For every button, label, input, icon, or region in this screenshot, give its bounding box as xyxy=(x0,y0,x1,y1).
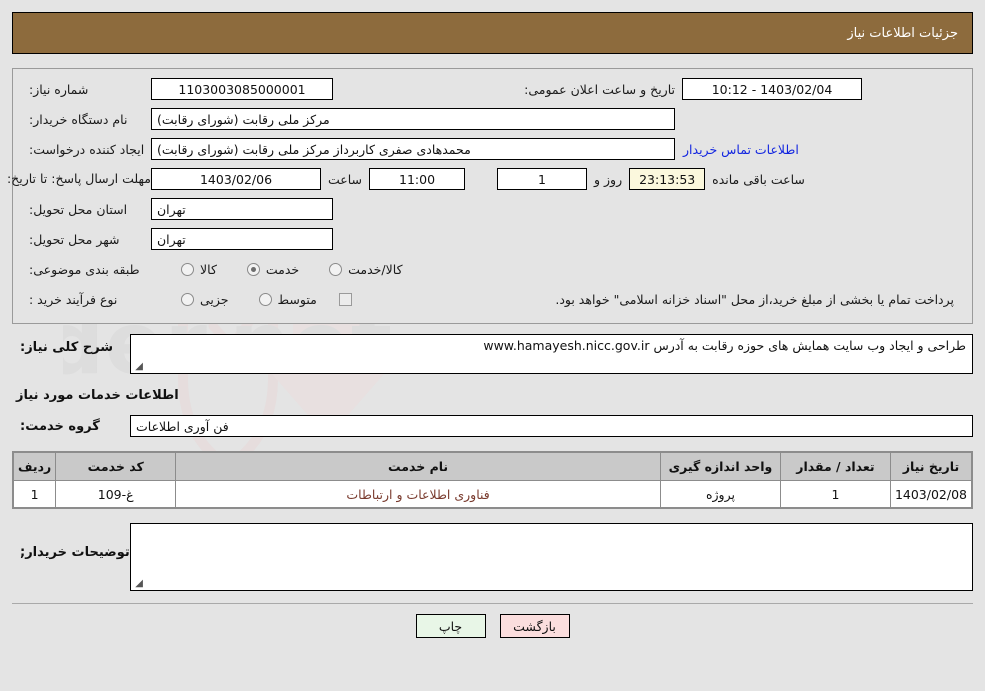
cell-need-date: 1403/02/08 xyxy=(889,480,973,508)
table-header-row: تاریخ نیاز تعداد / مقدار واحد اندازه گیر… xyxy=(12,452,973,481)
page-root: AriaTender.net جزئیات اطلاعات نیاز 1403/… xyxy=(0,12,985,691)
radio-category-goods-services[interactable]: کالا/خدمت xyxy=(329,261,403,277)
radio-category-service-label: خدمت xyxy=(265,261,300,277)
services-table: تاریخ نیاز تعداد / مقدار واحد اندازه گیر… xyxy=(12,452,973,508)
radio-category-goods[interactable]: کالا xyxy=(181,262,217,277)
description-value: طراحی و ایجاد وب سایت همایش های حوزه رقا… xyxy=(483,338,966,353)
col-need-date: تاریخ نیاز xyxy=(889,452,973,481)
service-group-row: فن آوری اطلاعات گروه خدمت: xyxy=(12,415,973,437)
cell-service-code: غ-109 xyxy=(55,480,177,508)
buyer-notes-section: ◢ توضیحات خریدار; xyxy=(12,523,973,591)
row-category: کالا/خدمت خدمت کالا طبقه بندی موضوعی: xyxy=(23,257,962,281)
radio-category-goods-services-label: کالا/خدمت xyxy=(348,261,403,277)
days-label: روز و xyxy=(594,171,623,187)
services-section-title-text: اطلاعات خدمات مورد نیاز xyxy=(16,388,179,403)
resize-grip-icon[interactable]: ◢ xyxy=(133,579,143,589)
deadline-label: مهلت ارسال پاسخ: تا تاریخ: xyxy=(6,171,151,186)
service-group-value: فن آوری اطلاعات xyxy=(130,415,973,437)
radio-category-goods-label: کالا xyxy=(200,261,217,277)
cell-service-name: فناوری اطلاعات و ارتباطات xyxy=(175,480,661,508)
services-table-wrap: تاریخ نیاز تعداد / مقدار واحد اندازه گیر… xyxy=(12,451,973,509)
days-value: 1 xyxy=(497,168,588,190)
row-province: تهران استان محل تحویل: xyxy=(23,197,962,221)
cell-index: 1 xyxy=(12,480,57,508)
province-label: استان محل تحویل: xyxy=(29,201,128,217)
col-index: ردیف xyxy=(12,452,57,481)
row-buyer-org: مرکز ملی رقابت (شورای رقابت) نام دستگاه … xyxy=(23,107,962,131)
services-section-title: اطلاعات خدمات مورد نیاز xyxy=(12,388,973,403)
buyer-org-label: نام دستگاه خریدار: xyxy=(29,111,128,127)
description-label: شرح کلی نیاز: xyxy=(20,340,114,355)
footer-divider xyxy=(12,603,973,604)
footer-actions: بازگشت چاپ xyxy=(0,614,985,638)
need-number-label: شماره نیاز: xyxy=(29,81,89,97)
radio-process-minor-label: جزیی xyxy=(200,291,229,307)
row-deadline: ساعت باقی مانده 23:13:53 روز و 1 11:00 س… xyxy=(6,167,962,191)
radio-process-medium-label: متوسط xyxy=(277,291,317,307)
buyer-notes-label: توضیحات خریدار; xyxy=(20,545,130,560)
row-requester: اطلاعات تماس خریدار محمدهادی صفری کاربرد… xyxy=(23,137,962,161)
header-bar: جزئیات اطلاعات نیاز xyxy=(12,12,973,54)
resize-grip-icon[interactable]: ◢ xyxy=(133,362,143,372)
countdown-label: ساعت باقی مانده xyxy=(712,171,805,187)
city-value: تهران xyxy=(151,228,333,250)
radio-circle-icon xyxy=(329,262,343,276)
col-quantity: تعداد / مقدار xyxy=(779,452,891,481)
radio-circle-icon xyxy=(258,292,272,306)
print-button[interactable]: چاپ xyxy=(415,614,486,638)
col-unit: واحد اندازه گیری xyxy=(659,452,781,481)
cell-quantity: 1 xyxy=(779,480,891,508)
treasury-checkbox[interactable] xyxy=(338,292,352,306)
buyer-org-value: مرکز ملی رقابت (شورای رقابت) xyxy=(151,108,675,130)
announce-datetime-value: 1403/02/04 - 10:12 xyxy=(682,78,862,100)
requester-label: ایجاد کننده درخواست: xyxy=(29,141,145,157)
row-process-type: پرداخت تمام یا بخشی از مبلغ خرید،از محل … xyxy=(23,287,962,311)
city-label: شهر محل تحویل: xyxy=(29,231,120,247)
deadline-date-value: 1403/02/06 xyxy=(151,168,321,190)
deadline-time-value: 11:00 xyxy=(369,168,466,190)
radio-category-service[interactable]: خدمت xyxy=(246,261,300,277)
col-service-name: نام خدمت xyxy=(175,452,661,481)
requester-value: محمدهادی صفری کاربرداز مرکز ملی رقابت (ش… xyxy=(151,138,675,160)
radio-process-medium[interactable]: متوسط xyxy=(258,291,317,307)
col-service-code: کد خدمت xyxy=(55,452,177,481)
row-city: تهران شهر محل تحویل: xyxy=(23,227,962,251)
back-button[interactable]: بازگشت xyxy=(499,614,570,638)
radio-process-minor[interactable]: جزیی xyxy=(181,292,229,307)
description-textarea[interactable]: طراحی و ایجاد وب سایت همایش های حوزه رقا… xyxy=(130,334,973,374)
radio-circle-icon xyxy=(181,292,194,306)
need-details-panel: 1403/02/04 - 10:12 تاریخ و ساعت اعلان عم… xyxy=(6,68,973,324)
row-need-number: 1403/02/04 - 10:12 تاریخ و ساعت اعلان عم… xyxy=(23,77,962,101)
buyer-notes-value xyxy=(131,524,972,532)
table-row: 1403/02/08 1 پروژه فناوری اطلاعات و ارتب… xyxy=(12,480,973,508)
service-group-label: گروه خدمت: xyxy=(20,418,100,434)
hour-label: ساعت xyxy=(328,171,363,187)
need-number-value: 1103003085000001 xyxy=(151,78,333,100)
province-value: تهران xyxy=(151,198,333,220)
buyer-contact-link[interactable]: اطلاعات تماس خریدار xyxy=(675,142,807,157)
buyer-notes-textarea[interactable]: ◢ xyxy=(130,523,973,591)
cell-unit: پروژه xyxy=(659,480,781,508)
countdown-value: 23:13:53 xyxy=(629,168,706,190)
description-section: طراحی و ایجاد وب سایت همایش های حوزه رقا… xyxy=(12,334,973,374)
category-label: طبقه بندی موضوعی: xyxy=(29,261,140,277)
radio-circle-icon xyxy=(181,262,194,276)
treasury-note: پرداخت تمام یا بخشی از مبلغ خرید،از محل … xyxy=(555,291,954,307)
radio-circle-selected-icon xyxy=(246,262,260,276)
announce-datetime-label: تاریخ و ساعت اعلان عمومی: xyxy=(524,81,675,97)
process-label: نوع فرآیند خرید : xyxy=(29,291,118,307)
page-title: جزئیات اطلاعات نیاز xyxy=(847,25,958,41)
